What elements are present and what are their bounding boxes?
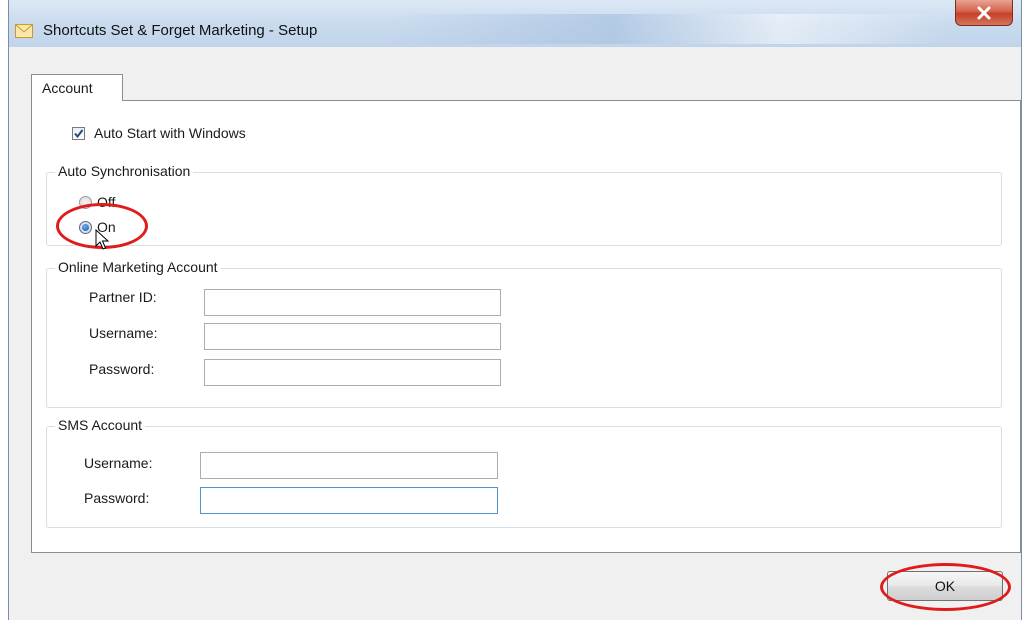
sms-password-label: Password:: [84, 490, 150, 506]
window-title: Shortcuts Set & Forget Marketing - Setup: [43, 22, 318, 39]
ok-button[interactable]: OK: [887, 571, 1003, 601]
auto-start-checkbox[interactable]: [72, 126, 85, 140]
close-button[interactable]: [955, 0, 1013, 26]
auto-sync-group: Auto Synchronisation Off On: [46, 163, 1002, 246]
online-account-group-label: Online Marketing Account: [55, 259, 221, 275]
sms-username-input[interactable]: [200, 452, 498, 479]
radio-off-label: Off: [97, 194, 116, 210]
tab-account[interactable]: Account: [31, 74, 123, 101]
auto-start-label: Auto Start with Windows: [94, 125, 246, 141]
close-icon: [977, 6, 991, 19]
partner-id-label: Partner ID:: [89, 289, 157, 305]
envelope-icon: [15, 24, 33, 38]
mouse-pointer-icon: [95, 228, 110, 254]
partner-id-input[interactable]: [204, 289, 501, 316]
dialog-client: Account Auto Start with Windows Auto Syn…: [9, 47, 1021, 620]
online-username-input[interactable]: [204, 323, 501, 350]
sms-username-label: Username:: [84, 455, 153, 471]
online-password-input[interactable]: [204, 359, 501, 386]
auto-sync-group-label: Auto Synchronisation: [55, 163, 194, 179]
radio-off-row[interactable]: Off: [79, 194, 115, 210]
auto-start-row[interactable]: Auto Start with Windows: [72, 125, 246, 141]
setup-window: Shortcuts Set & Forget Marketing - Setup…: [8, 0, 1022, 620]
radio-off[interactable]: [79, 195, 92, 209]
radio-on[interactable]: [79, 220, 92, 234]
sms-account-group-label: SMS Account: [55, 417, 146, 433]
online-username-label: Username:: [89, 325, 158, 341]
account-tab-panel: Auto Start with Windows Auto Synchronisa…: [31, 100, 1021, 553]
title-bar-glow: [389, 14, 949, 44]
sms-password-input[interactable]: [200, 487, 498, 514]
online-account-group: Online Marketing Account Partner ID: Use…: [46, 259, 1002, 408]
online-password-label: Password:: [89, 361, 155, 377]
checkmark-icon: [74, 128, 84, 138]
sms-account-group: SMS Account Username: Password:: [46, 417, 1002, 528]
